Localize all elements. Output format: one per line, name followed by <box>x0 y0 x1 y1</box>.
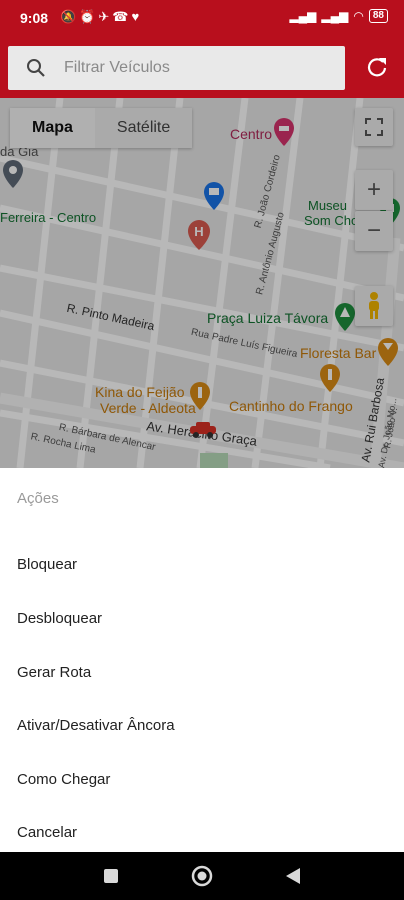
actions-sheet: Ações Bloquear Desbloquear Gerar Rota At… <box>0 468 404 852</box>
refresh-icon[interactable] <box>366 56 388 78</box>
wifi-icon: ◠ <box>353 9 364 23</box>
action-bloquear[interactable]: Bloquear <box>0 540 404 592</box>
back-icon[interactable] <box>285 867 301 885</box>
app-bar: Filtrar Veículos <box>0 38 404 98</box>
recents-icon[interactable] <box>103 868 119 884</box>
system-icons: ▂▄▆ ▂▄▆ ◠ 88 <box>289 9 388 23</box>
action-label: Como Chegar <box>17 771 111 788</box>
action-label: Desbloquear <box>17 610 103 627</box>
vehicle-filter-input[interactable]: Filtrar Veículos <box>8 46 345 90</box>
map-view[interactable]: Ferreira - Centro da Gia Centro Museu So… <box>0 98 404 468</box>
status-time: 9:08 <box>20 10 49 26</box>
home-icon[interactable] <box>191 865 213 887</box>
search-icon <box>27 59 45 77</box>
modal-scrim[interactable] <box>0 98 404 468</box>
notification-icons: 🔕⏰✈☎♥ <box>60 9 143 24</box>
signal-icon-2: ▂▄▆ <box>321 9 349 23</box>
action-ativar-desativar-ancora[interactable]: Ativar/Desativar Âncora <box>0 701 404 753</box>
system-nav-bar <box>0 852 404 900</box>
search-placeholder: Filtrar Veículos <box>64 59 170 76</box>
action-desbloquear[interactable]: Desbloquear <box>0 594 404 646</box>
battery-icon: 88 <box>368 9 388 23</box>
action-label: Gerar Rota <box>17 664 92 681</box>
sheet-title: Ações <box>17 490 59 507</box>
action-gerar-rota[interactable]: Gerar Rota <box>0 648 404 700</box>
action-como-chegar[interactable]: Como Chegar <box>0 755 404 807</box>
action-label: Cancelar <box>17 824 78 841</box>
action-label: Ativar/Desativar Âncora <box>17 717 175 734</box>
action-label: Bloquear <box>17 556 78 573</box>
signal-icon: ▂▄▆ <box>289 9 317 23</box>
status-bar: 9:08 🔕⏰✈☎♥ ▂▄▆ ▂▄▆ ◠ 88 <box>0 0 404 38</box>
